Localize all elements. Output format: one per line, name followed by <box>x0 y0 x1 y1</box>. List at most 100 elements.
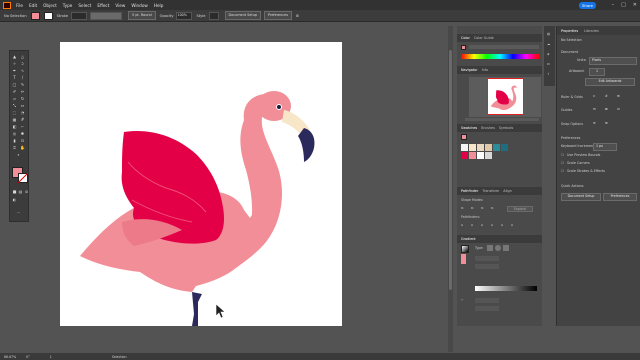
menu-help[interactable]: Help <box>154 3 164 8</box>
maximize-icon[interactable]: □ <box>621 2 626 8</box>
edit-artboards-button[interactable]: Edit Artboards <box>585 78 635 86</box>
tab-pathfinder[interactable]: Pathfinder <box>461 189 478 193</box>
crop-icon[interactable]: ⧈ <box>491 223 493 227</box>
fill-swatch[interactable] <box>30 11 40 20</box>
draw-mode-icon[interactable]: ◐ <box>12 197 17 202</box>
menu-select[interactable]: Select <box>78 3 91 8</box>
brush-definition[interactable]: 5 pt. Round <box>128 11 156 20</box>
variable-width-field[interactable] <box>90 11 123 20</box>
trim-icon[interactable]: ⧈ <box>471 223 473 227</box>
rotation-value[interactable]: 0° <box>26 355 30 359</box>
guides-icon[interactable]: ⊟ <box>593 107 596 111</box>
gradient-ramp[interactable] <box>475 286 537 291</box>
swatch-fill-indicator[interactable] <box>461 134 467 140</box>
tab-navigator[interactable]: Navigator <box>461 68 478 72</box>
swatch[interactable] <box>461 152 468 159</box>
artboard-tool-icon[interactable]: ⊡ <box>20 138 25 143</box>
zoom-level[interactable]: 66.67% <box>4 355 16 359</box>
none-mode-icon[interactable]: ⊘ <box>24 189 29 194</box>
color-slider-track[interactable] <box>469 45 539 49</box>
navigator-view-box[interactable] <box>487 78 524 115</box>
symbol-sprayer-icon[interactable]: ✺ <box>20 131 25 136</box>
graph-tool-icon[interactable]: ▮ <box>12 138 17 143</box>
scale-icon[interactable]: ⤡ <box>12 103 17 108</box>
gradient-swatch[interactable] <box>461 245 469 253</box>
tab-transform[interactable]: Transform <box>482 189 499 193</box>
gradient-tool-icon[interactable]: ◧ <box>12 124 17 129</box>
tab-color-guide[interactable]: Color Guide <box>474 36 494 40</box>
shape-builder-icon[interactable]: ◔ <box>20 110 25 115</box>
linear-gradient-icon[interactable] <box>487 245 493 251</box>
pixel-grid-icon[interactable]: ⊞ <box>617 94 620 98</box>
navigator-zoom-slider[interactable] <box>465 118 539 121</box>
menu-file[interactable]: File <box>16 3 23 8</box>
libraries-icon[interactable]: ☁ <box>547 42 550 46</box>
zoom-tool-icon[interactable]: ⌕ <box>16 152 21 157</box>
artboard-navigator[interactable]: 1 <box>50 355 52 359</box>
properties-icon[interactable]: ▤ <box>547 32 550 36</box>
swatch[interactable] <box>501 144 508 151</box>
pencil-icon[interactable]: ✏ <box>20 89 25 94</box>
perspective-grid-icon[interactable]: ▦ <box>12 117 17 122</box>
eyedropper-icon[interactable]: ⌐ <box>20 124 25 129</box>
paintbrush-icon[interactable]: ✎ <box>20 82 25 87</box>
menu-window[interactable]: Window <box>131 3 148 8</box>
mesh-icon[interactable]: # <box>20 117 25 122</box>
artboard[interactable] <box>60 42 342 326</box>
share-button[interactable]: Share <box>579 2 596 9</box>
scale-corners-checkbox[interactable]: ☐ <box>561 161 564 165</box>
navigator-preview[interactable] <box>469 77 541 117</box>
snap-pixel-icon[interactable]: ⊞ <box>605 121 608 125</box>
color-spectrum[interactable] <box>461 54 539 59</box>
quick-document-setup-button[interactable]: Document Setup <box>561 193 601 201</box>
gradient-opacity-field[interactable] <box>475 298 499 303</box>
radial-gradient-icon[interactable] <box>495 245 501 251</box>
direct-selection-tool-icon[interactable]: △ <box>20 54 25 59</box>
curvature-tool-icon[interactable]: ∿ <box>20 68 25 73</box>
document-setup-button[interactable]: Document Setup <box>224 11 262 20</box>
swatch[interactable] <box>485 152 492 159</box>
lasso-icon[interactable]: ↄ <box>20 61 25 66</box>
style-picker[interactable] <box>208 11 219 20</box>
artboard-select[interactable]: 1 <box>589 68 605 76</box>
divide-icon[interactable]: ⧈ <box>461 223 463 227</box>
rectangle-tool-icon[interactable]: □ <box>12 82 17 87</box>
menu-view[interactable]: View <box>115 3 125 8</box>
intersect-icon[interactable]: ⧉ <box>481 206 483 210</box>
tab-color[interactable]: Color <box>461 36 470 40</box>
stroke-weight-field[interactable] <box>71 11 88 20</box>
merge-icon[interactable]: ⧈ <box>481 223 483 227</box>
color-fill-indicator[interactable] <box>461 45 466 50</box>
selection-tool-icon[interactable]: ▲ <box>12 54 17 59</box>
line-tool-icon[interactable]: / <box>20 75 25 80</box>
quick-preferences-button[interactable]: Preferences <box>603 193 637 201</box>
more-tools-icon[interactable]: … <box>16 209 21 214</box>
gradient-fill-stroke[interactable] <box>461 254 466 264</box>
pen-tool-icon[interactable]: ✒ <box>12 68 17 73</box>
swatch[interactable] <box>493 144 500 151</box>
color-mode-icon[interactable]: ■ <box>12 189 17 194</box>
hand-tool-icon[interactable]: ✋ <box>20 145 25 150</box>
tab-libraries[interactable]: Libraries <box>584 29 599 33</box>
minimize-icon[interactable]: – <box>612 2 615 8</box>
ruler-icon[interactable]: ⊏ <box>593 94 596 98</box>
smart-guides-icon[interactable]: ⊡ <box>617 107 620 111</box>
close-icon[interactable]: ✕ <box>633 2 637 8</box>
tab-swatches[interactable]: Swatches <box>461 126 477 130</box>
preview-bounds-checkbox[interactable]: ☐ <box>561 153 564 157</box>
flamingo-artwork[interactable] <box>60 42 342 326</box>
swatch[interactable] <box>485 144 492 151</box>
lock-guides-icon[interactable]: ⊠ <box>605 107 608 111</box>
gradient-aspect-field[interactable] <box>475 264 499 269</box>
minus-back-icon[interactable]: ⧈ <box>511 223 513 227</box>
grid-icon[interactable]: # <box>605 94 608 98</box>
stroke-color-box[interactable] <box>18 173 28 183</box>
rotate-icon[interactable]: ↻ <box>20 96 25 101</box>
tab-align[interactable]: Align <box>503 189 512 193</box>
gradient-location-field[interactable] <box>475 306 499 311</box>
tab-info[interactable]: Info <box>482 68 488 72</box>
scale-strokes-checkbox[interactable]: ☐ <box>561 169 564 173</box>
exclude-icon[interactable]: ⧉ <box>491 206 493 210</box>
blend-tool-icon[interactable]: ◎ <box>12 131 17 136</box>
magic-wand-icon[interactable]: ✧ <box>12 61 17 66</box>
